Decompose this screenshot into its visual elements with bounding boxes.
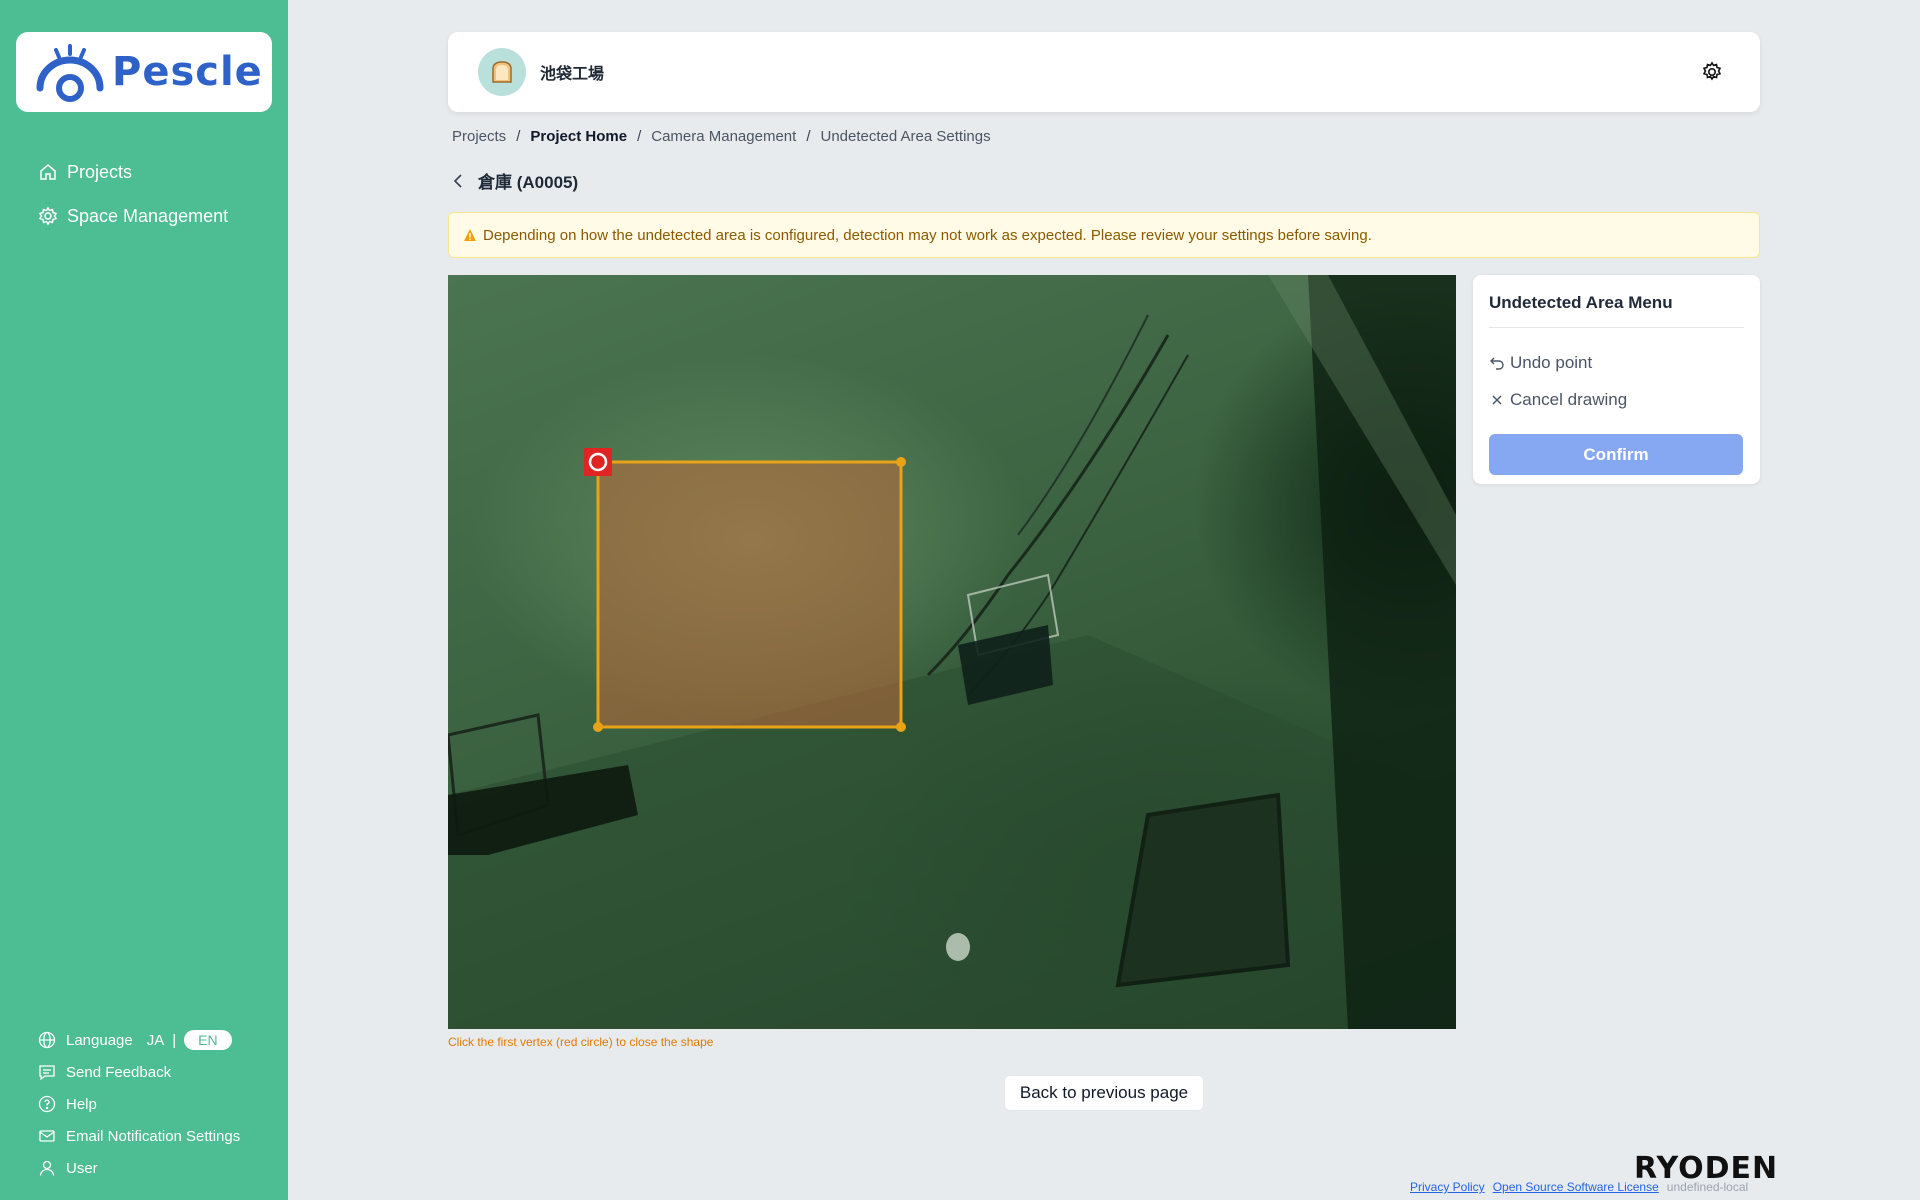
cancel-drawing-label: Cancel drawing: [1510, 389, 1628, 409]
close-icon: [1492, 395, 1502, 404]
undo-icon: [1490, 357, 1504, 370]
footer: Privacy Policy Open Source Software Lice…: [1410, 1180, 1748, 1194]
area-vertex-handle[interactable]: [896, 457, 906, 467]
version-label: undefined-local: [1666, 1180, 1749, 1194]
breadcrumb-projects[interactable]: Projects: [452, 128, 506, 145]
eye-logo-icon: [36, 44, 104, 102]
first-vertex-marker[interactable]: [584, 448, 612, 476]
user-link[interactable]: User: [38, 1152, 240, 1184]
undo-point-button[interactable]: Undo point: [1489, 344, 1744, 381]
breadcrumb-current: Undetected Area Settings: [820, 128, 991, 145]
sidebar-item-label: Projects: [67, 161, 133, 182]
sidebar-item-projects[interactable]: Projects: [38, 150, 228, 194]
back-to-previous-button[interactable]: Back to previous page: [1004, 1075, 1204, 1111]
breadcrumb-separator: /: [516, 128, 521, 145]
help-icon: [38, 1095, 56, 1113]
page-title-row: 倉庫 (A0005): [448, 168, 578, 193]
sidebar-item-space-management[interactable]: Space Management: [38, 194, 228, 238]
area-vertex-handle[interactable]: [593, 722, 603, 732]
warning-icon: [464, 229, 476, 241]
mail-icon: [39, 1130, 55, 1142]
gear-icon: [38, 206, 58, 226]
oss-license-link[interactable]: Open Source Software License: [1493, 1180, 1659, 1194]
warning-banner: Depending on how the undetected area is …: [448, 212, 1760, 258]
email-settings-label: Email Notification Settings: [66, 1127, 241, 1145]
help-link[interactable]: Help: [38, 1088, 240, 1120]
help-label: Help: [66, 1095, 97, 1113]
cancel-drawing-button[interactable]: Cancel drawing: [1489, 381, 1744, 418]
camera-canvas[interactable]: [448, 275, 1456, 1029]
send-feedback-link[interactable]: Send Feedback: [38, 1056, 240, 1088]
logo-text: Pescle: [112, 49, 263, 95]
logo[interactable]: Pescle: [16, 32, 272, 112]
avatar: [478, 48, 526, 96]
breadcrumb-separator: /: [806, 128, 811, 145]
bread-icon: [492, 61, 512, 83]
lang-ja-option[interactable]: JA: [147, 1032, 165, 1049]
undo-point-label: Undo point: [1510, 352, 1593, 372]
area-vertex-handle[interactable]: [896, 722, 906, 732]
globe-icon: [38, 1031, 56, 1049]
privacy-policy-link[interactable]: Privacy Policy: [1410, 1180, 1485, 1194]
breadcrumb-separator: /: [637, 128, 642, 145]
home-icon: [40, 164, 56, 180]
undetected-area-shape[interactable]: [596, 460, 903, 729]
breadcrumb-project-home[interactable]: Project Home: [530, 128, 627, 145]
page-title: 倉庫 (A0005): [478, 173, 579, 192]
sidebar-item-label: Space Management: [67, 205, 229, 226]
breadcrumb-camera-management[interactable]: Camera Management: [651, 128, 796, 145]
sidebar-bottom: Language JA | EN Send Feedback Help Emai…: [38, 1024, 240, 1184]
site-header: 池袋工場: [448, 32, 1760, 112]
email-settings-link[interactable]: Email Notification Settings: [38, 1120, 240, 1152]
feedback-icon: [39, 1065, 55, 1081]
drawing-hint: Click the first vertex (red circle) to c…: [448, 1035, 714, 1049]
sidebar-nav: Projects Space Management: [38, 150, 228, 238]
language-label: Language: [66, 1031, 133, 1049]
settings-gear-icon[interactable]: [1700, 60, 1724, 84]
confirm-button[interactable]: Confirm: [1489, 434, 1743, 475]
breadcrumb: Projects / Project Home / Camera Managem…: [452, 128, 991, 145]
site-name: 池袋工場: [540, 66, 605, 83]
send-feedback-label: Send Feedback: [66, 1063, 172, 1081]
chevron-left-icon[interactable]: [448, 170, 470, 192]
language-switch: Language JA | EN: [38, 1024, 240, 1056]
warning-text: Depending on how the undetected area is …: [483, 226, 1372, 244]
undetected-area-menu: Undetected Area Menu Undo point Cancel d…: [1473, 275, 1760, 484]
lang-separator: |: [172, 1031, 177, 1049]
user-label: User: [66, 1159, 98, 1177]
menu-title: Undetected Area Menu: [1489, 293, 1744, 328]
sidebar: Pescle Projects Space Management Languag…: [0, 0, 288, 1200]
user-icon: [39, 1160, 55, 1176]
lang-en-option[interactable]: EN: [184, 1030, 232, 1050]
camera-scene: [448, 275, 1456, 1029]
